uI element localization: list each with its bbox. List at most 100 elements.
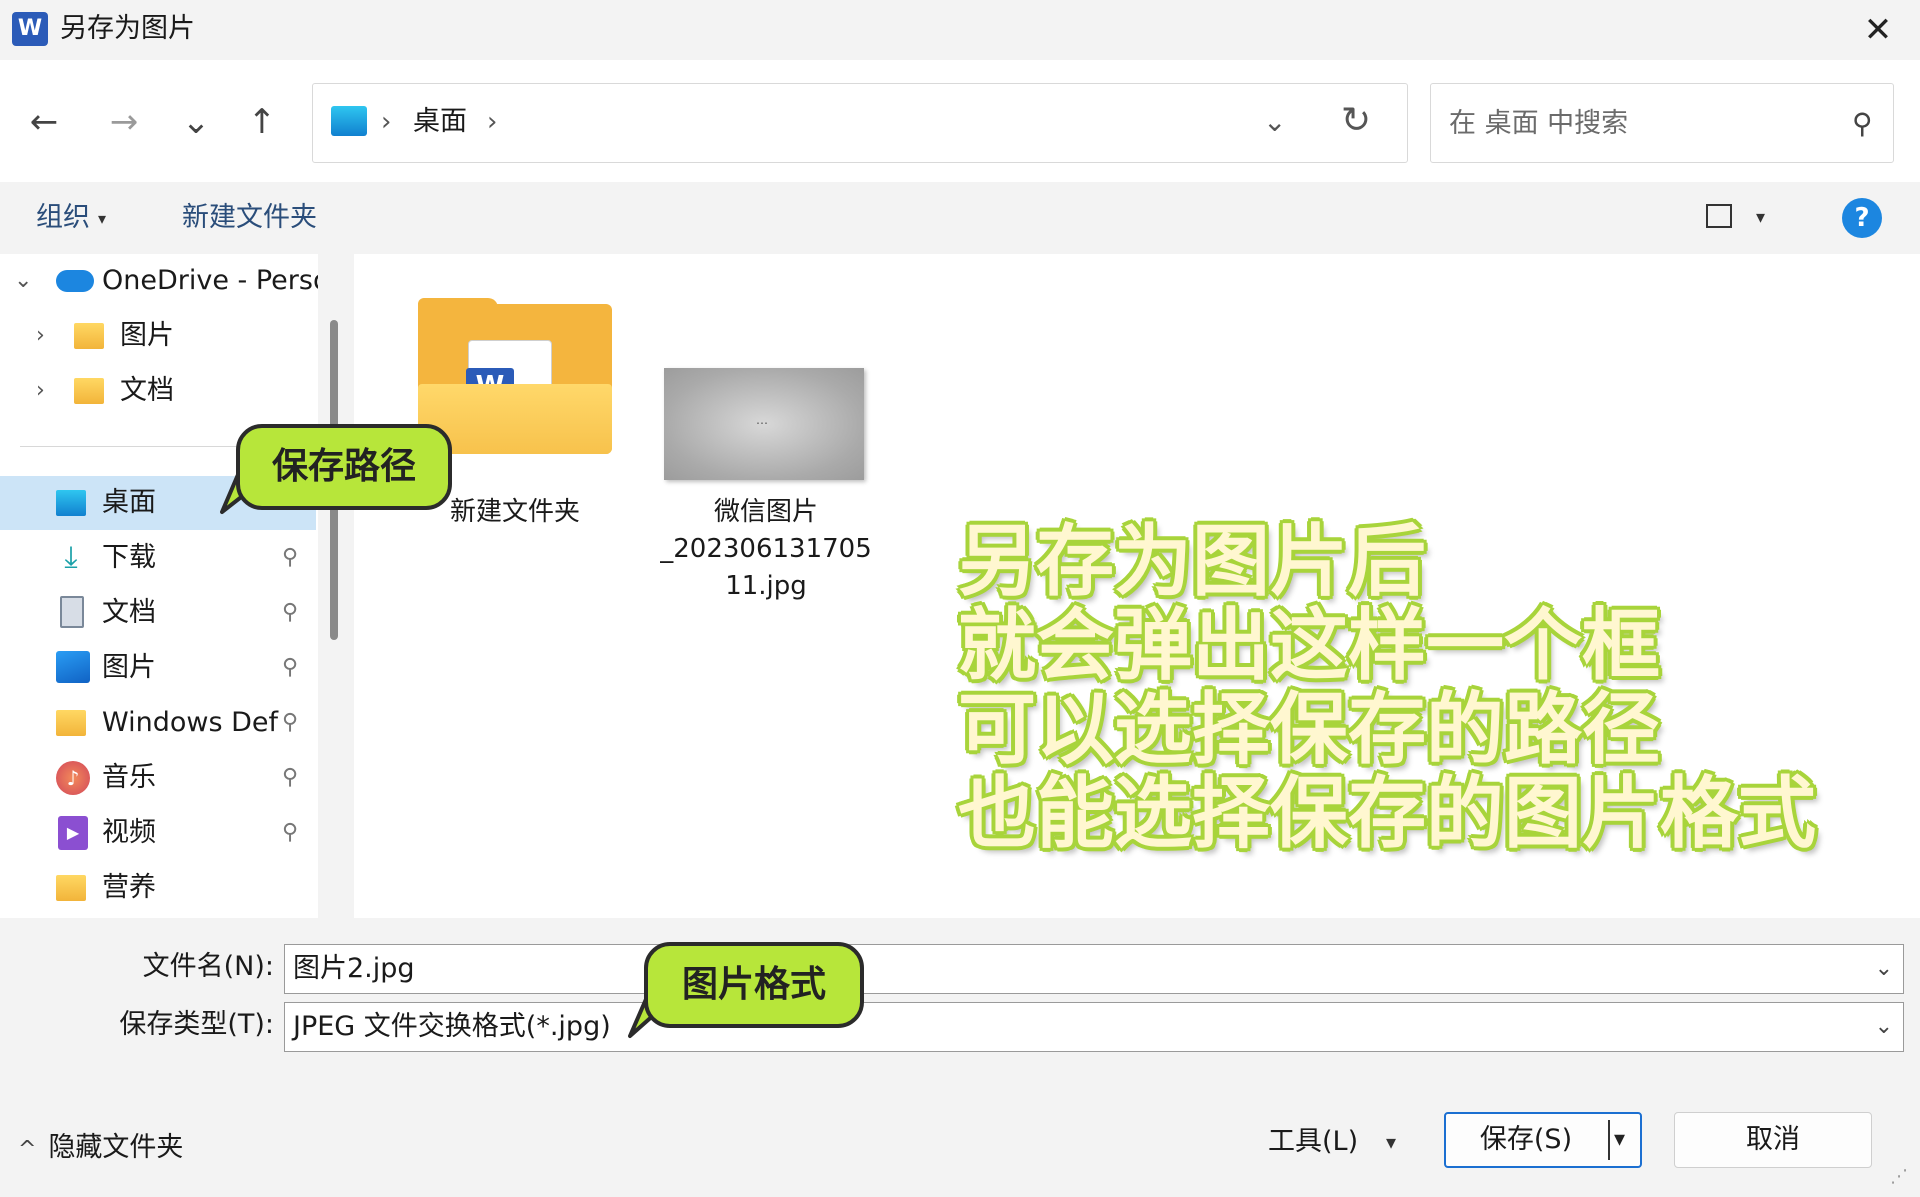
nav-label: OneDrive - Perso — [102, 265, 318, 296]
up-button[interactable]: ↑ — [238, 92, 286, 152]
filename-label: 文件名(N): — [142, 951, 274, 982]
nav-label: 图片 — [120, 320, 174, 351]
organize-menu[interactable]: 组织 ▾ — [36, 200, 106, 237]
nav-label: 文档 — [102, 597, 156, 628]
nav-label: 营养 — [102, 872, 156, 903]
filename-value: 图片2.jpg — [293, 953, 415, 984]
view-options-caret-icon[interactable]: ▾ — [1756, 200, 1765, 236]
cloud-icon — [56, 270, 94, 292]
chevron-down-icon[interactable]: ⌄ — [14, 266, 32, 296]
split-divider — [1608, 1120, 1610, 1160]
search-input[interactable]: 在 桌面 中搜索 ⚲ — [1430, 83, 1894, 163]
chevron-right-icon[interactable]: › — [36, 376, 45, 406]
search-placeholder: 在 桌面 中搜索 — [1449, 108, 1629, 139]
callout-image-format: 图片格式 — [644, 942, 864, 1028]
image-thumbnail: ⋯ — [664, 368, 864, 480]
help-icon[interactable]: ? — [1842, 198, 1882, 238]
tools-menu[interactable]: 工具(L) — [1268, 1124, 1358, 1160]
address-dropdown-icon[interactable]: ⌄ — [1263, 100, 1286, 144]
nav-label: 视频 — [102, 817, 156, 848]
resize-grip-icon[interactable]: ⋰ — [1890, 1166, 1908, 1187]
annotation-overlay-text: 另存为图片后 就会弹出这样一个框 可以选择保存的路径 也能选择保存的图片格式 — [958, 520, 1816, 856]
chevron-right-icon[interactable]: › — [36, 321, 45, 351]
search-icon[interactable]: ⚲ — [1852, 106, 1873, 142]
recent-locations-button[interactable]: ⌄ — [172, 92, 220, 152]
nav-item-music[interactable]: ♪ 音乐 ⚲ — [0, 751, 316, 805]
nav-item-windows-defender[interactable]: Windows Def ⚲ — [0, 696, 316, 750]
folder-icon — [74, 378, 104, 404]
nav-label: Windows Def — [102, 707, 279, 738]
nav-item-downloads[interactable]: ⤓ 下载 ⚲ — [0, 531, 316, 585]
title-bar: W 另存为图片 ✕ — [0, 0, 1920, 60]
folder-icon — [74, 323, 104, 349]
cancel-button[interactable]: 取消 — [1674, 1112, 1872, 1168]
command-bar: 组织 ▾ 新建文件夹 ▾ ? — [0, 182, 1920, 254]
pin-icon[interactable]: ⚲ — [282, 763, 298, 793]
breadcrumb-desktop[interactable]: 桌面 — [413, 102, 467, 142]
nav-item-videos[interactable]: ▶ 视频 ⚲ — [0, 806, 316, 860]
callout-save-path: 保存路径 — [236, 424, 452, 510]
documents-icon — [60, 596, 84, 628]
save-label: 保存(S) — [1479, 1124, 1573, 1155]
thumbnail-mark: ⋯ — [756, 416, 768, 430]
tools-caret-icon[interactable]: ▾ — [1386, 1124, 1396, 1160]
refresh-icon[interactable]: ↻ — [1341, 98, 1371, 144]
address-bar[interactable]: › 桌面 › ⌄ ↻ — [312, 83, 1408, 163]
chevron-down-icon[interactable]: ⌄ — [1875, 1011, 1893, 1043]
nav-item-onedrive-pictures[interactable]: › 图片 — [0, 309, 316, 363]
annotation-line: 另存为图片后 — [958, 517, 1427, 607]
annotation-line: 也能选择保存的图片格式 — [958, 769, 1817, 859]
filename-input[interactable]: 图片2.jpg ⌄ — [284, 944, 1904, 994]
hide-folders-label: 隐藏文件夹 — [48, 1132, 184, 1163]
nav-item-nutrition[interactable]: 营养 — [0, 861, 316, 915]
close-button[interactable]: ✕ — [1850, 6, 1906, 54]
save-options-panel: 文件名(N): 图片2.jpg ⌄ 保存类型(T): JPEG 文件交换格式(*… — [0, 918, 1920, 1068]
music-icon: ♪ — [56, 761, 90, 795]
nav-item-pictures[interactable]: 图片 ⚲ — [0, 641, 316, 695]
file-name-line: _202306131705 — [660, 534, 872, 564]
desktop-folder-icon — [331, 106, 367, 136]
filetype-value: JPEG 文件交换格式(*.jpg) — [293, 1011, 611, 1042]
file-name-line: 11.jpg — [725, 571, 807, 601]
pin-icon[interactable]: ⚲ — [282, 653, 298, 683]
dialog-footer: ^ 隐藏文件夹 工具(L) ▾ 保存(S) ▾ 取消 ⋰ — [0, 1068, 1920, 1197]
breadcrumb-separator: › — [381, 107, 392, 137]
save-options-caret-icon[interactable]: ▾ — [1614, 1124, 1625, 1156]
view-mode-icon[interactable] — [1706, 204, 1732, 228]
download-icon: ⤓ — [64, 540, 78, 575]
pin-icon[interactable]: ⚲ — [282, 598, 298, 628]
annotation-line: 就会弹出这样一个框 — [958, 601, 1661, 691]
forward-button[interactable]: → — [100, 92, 148, 152]
filetype-select[interactable]: JPEG 文件交换格式(*.jpg) ⌄ — [284, 1002, 1904, 1052]
video-icon: ▶ — [58, 816, 88, 850]
chevron-down-icon[interactable]: ⌄ — [1875, 953, 1893, 985]
chevron-up-icon: ^ — [18, 1137, 37, 1162]
folder-icon — [56, 875, 86, 901]
file-name: 新建文件夹 — [449, 497, 580, 527]
nav-label: 图片 — [102, 652, 156, 683]
save-button[interactable]: 保存(S) ▾ — [1444, 1112, 1642, 1168]
organize-label: 组织 — [36, 202, 90, 233]
file-name: 微信图片 _202306131705 11.jpg — [644, 494, 888, 605]
back-button[interactable]: ← — [20, 92, 68, 152]
nav-item-onedrive[interactable]: ⌄ OneDrive - Perso — [0, 254, 318, 308]
word-app-icon: W — [12, 12, 52, 46]
navigation-pane: ⌄ OneDrive - Perso › 图片 › 文档 桌面 ⤓ 下载 ⚲ 文… — [0, 254, 318, 918]
pin-icon[interactable]: ⚲ — [282, 708, 298, 738]
nav-label: 桌面 — [102, 487, 156, 518]
desktop-icon — [56, 490, 86, 516]
nav-item-documents[interactable]: 文档 ⚲ — [0, 586, 316, 640]
nav-label: 下载 — [102, 542, 156, 573]
breadcrumb-separator[interactable]: › — [487, 102, 497, 142]
pin-icon[interactable]: ⚲ — [282, 543, 298, 573]
filetype-label: 保存类型(T): — [119, 1009, 274, 1040]
caret-down-icon: ▾ — [98, 208, 107, 228]
hide-folders-toggle[interactable]: ^ 隐藏文件夹 — [18, 1130, 183, 1168]
annotation-line: 可以选择保存的路径 — [958, 685, 1661, 775]
window-title: 另存为图片 — [60, 13, 195, 44]
pin-icon[interactable]: ⚲ — [282, 818, 298, 848]
new-folder-button[interactable]: 新建文件夹 — [182, 200, 317, 236]
nav-item-onedrive-documents[interactable]: › 文档 — [0, 364, 316, 418]
nav-label: 文档 — [120, 375, 174, 406]
pictures-icon — [56, 651, 90, 683]
